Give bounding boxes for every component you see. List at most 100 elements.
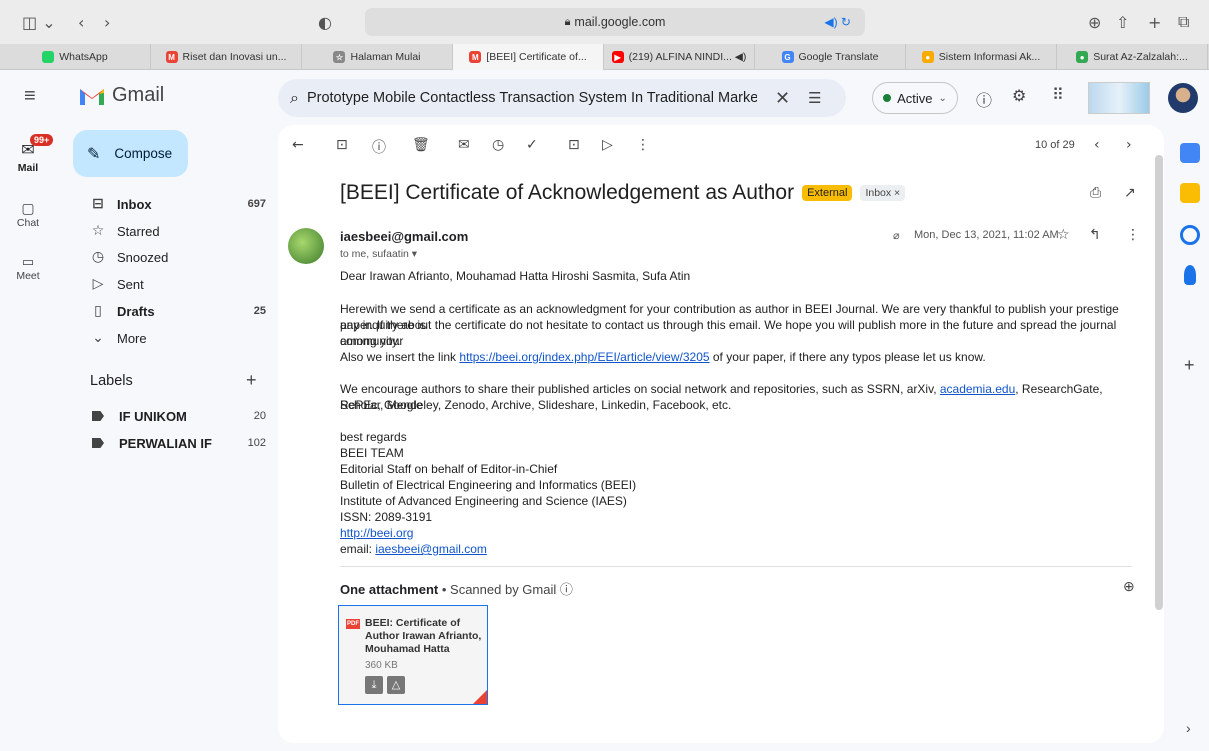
browser-tab[interactable]: ● Sistem Informasi Ak... — [906, 44, 1057, 70]
label-icon[interactable]: ▷ — [602, 137, 613, 153]
nav-item-starred[interactable]: ☆ Starred — [90, 220, 266, 242]
browser-tab[interactable]: ▶ (219) ALFINA NINDI... ◀︎) — [604, 44, 755, 70]
subject-title: [BEEI] Certificate of Acknowledgement as… — [340, 181, 795, 204]
more-actions-icon[interactable]: ⋮ — [636, 137, 650, 153]
tab-label: Riset dan Inovasi un... — [182, 51, 287, 63]
sig-line-5: Institute of Advanced Engineering and Sc… — [340, 494, 627, 508]
nav-item-inbox[interactable]: ⊟ Inbox 697 — [90, 193, 266, 215]
greeting: Dear Irawan Afrianto, Mouhamad Hatta Hir… — [340, 269, 691, 283]
calendar-icon[interactable] — [1180, 143, 1200, 163]
back-to-inbox-icon[interactable]: ← — [292, 137, 304, 153]
status-toggle[interactable]: Active ⌄ — [872, 82, 958, 114]
search-input[interactable]: Prototype Mobile Contactless Transaction… — [307, 90, 757, 106]
snooze-icon[interactable]: ◷ — [492, 137, 504, 153]
address-bar[interactable]: 🔒︎ mail.google.com ◀︎) ↻ — [365, 8, 865, 36]
browser-tab[interactable]: ● Surat Az-Zalzalah:... — [1057, 44, 1208, 70]
tab-favicon-icon: ● — [1076, 51, 1089, 63]
tab-label: Sistem Informasi Ak... — [938, 51, 1041, 63]
sender-avatar[interactable] — [288, 228, 324, 264]
tab-label: WhatsApp — [59, 51, 108, 63]
label-item[interactable]: IF UNIKOM 20 — [90, 405, 266, 427]
para2: Also we insert the link https://beei.org… — [340, 349, 1140, 365]
share-icon[interactable]: ⇧ — [1116, 12, 1129, 32]
message-view: ← ⊡ ⓘ 🗑︎ ✉ ◷ ✓ ⊡ ▷ ⋮ 10 of 29 ‹ › [BEEI]… — [278, 125, 1164, 743]
nav-item-drafts[interactable]: ▯ Drafts 25 — [90, 300, 266, 322]
sig-line-1: best regards — [340, 430, 407, 444]
print-icon[interactable]: ⎙ — [1090, 185, 1101, 201]
open-new-window-icon[interactable]: ↗ — [1124, 185, 1136, 201]
para3-pre: We encourage authors to share their publ… — [340, 382, 940, 396]
apps-grid-icon[interactable]: ⠿ — [1052, 85, 1064, 104]
account-banner[interactable] — [1088, 82, 1150, 114]
audio-refresh-icon[interactable]: ◀︎) ↻ — [824, 15, 851, 29]
rail-mail[interactable]: ✉ 99+ Mail — [8, 134, 54, 174]
tab-overview-icon[interactable]: ⧉ — [1178, 12, 1189, 32]
label-count: 20 — [253, 410, 266, 422]
new-tab-icon[interactable]: + — [1148, 12, 1161, 32]
pager-count: 10 of 29 — [1035, 139, 1075, 151]
nav-item-label: More — [117, 330, 147, 346]
shield-icon[interactable]: ◐ — [318, 12, 332, 32]
nav-item-snoozed[interactable]: ◷ Snoozed — [90, 246, 266, 268]
nav-item-more[interactable]: ⌄ More — [90, 327, 266, 349]
search-icon[interactable]: ⌕ — [290, 88, 299, 108]
message-more-icon[interactable]: ⋮ — [1126, 227, 1140, 243]
para3-line2: Scholar, Mendeley, Zenodo, Archive, Slid… — [340, 398, 732, 412]
rail-mail-label: Mail — [17, 162, 39, 174]
search-options-icon[interactable]: ☰ — [808, 89, 821, 107]
compose-button[interactable]: ✎ Compose — [73, 130, 188, 177]
keep-icon[interactable] — [1180, 183, 1200, 203]
back-icon[interactable]: ‹ — [78, 12, 84, 32]
sig-email-link[interactable]: iaesbeei@gmail.com — [375, 542, 487, 556]
star-icon[interactable]: ☆ — [1057, 227, 1070, 243]
scrollbar[interactable] — [1155, 155, 1163, 610]
clear-search-icon[interactable]: ✕ — [775, 88, 790, 109]
save-to-drive-icon[interactable]: △ — [387, 676, 405, 694]
inbox-label-chip[interactable]: Inbox × — [860, 185, 906, 201]
newer-icon[interactable]: ‹ — [1094, 137, 1100, 153]
download-icon[interactable]: ⊕ — [1088, 12, 1101, 32]
beei-site-link[interactable]: http://beei.org — [340, 526, 413, 540]
get-addons-icon[interactable]: + — [1184, 355, 1195, 376]
rail-meet[interactable]: ▭ Meet — [8, 254, 48, 282]
add-label-icon[interactable]: + — [246, 370, 257, 391]
settings-icon[interactable]: ⚙ — [1012, 86, 1026, 105]
search-bar[interactable]: ⌕ Prototype Mobile Contactless Transacti… — [278, 79, 846, 117]
browser-tab[interactable]: G Google Translate — [755, 44, 906, 70]
attachment-clip-icon: ⌀ — [893, 230, 900, 242]
help-icon[interactable]: ⓘ — [976, 87, 992, 111]
label-item[interactable]: PERWALIAN IF 102 — [90, 432, 266, 454]
tasks-icon[interactable] — [1180, 225, 1200, 245]
archive-icon[interactable]: ⊡ — [336, 137, 348, 153]
show-side-panel-icon[interactable]: › — [1186, 720, 1191, 736]
download-attachment-icon[interactable]: ⤓ — [365, 676, 383, 694]
delete-icon[interactable]: 🗑︎ — [412, 137, 430, 153]
add-task-icon[interactable]: ✓ — [526, 137, 538, 153]
browser-tab[interactable]: M [BEEI] Certificate of... — [453, 44, 604, 70]
browser-tab[interactable]: ☆ Halaman Mulai — [302, 44, 453, 70]
starred-icon: ☆ — [91, 223, 105, 239]
gmail-logo[interactable]: Gmail — [78, 84, 164, 107]
add-to-drive-icon[interactable]: ⊕ — [1123, 578, 1135, 595]
report-spam-icon[interactable]: ⓘ — [372, 137, 386, 157]
older-icon[interactable]: › — [1126, 137, 1132, 153]
sidebar-toggle-icon[interactable]: ◫ ⌄ — [22, 12, 56, 32]
main-menu-icon[interactable]: ≡ — [24, 85, 36, 108]
move-to-icon[interactable]: ⊡ — [568, 137, 580, 153]
avatar[interactable] — [1168, 83, 1198, 113]
attachment-card[interactable]: PDF BEEI: Certificate of Author Irawan A… — [338, 605, 488, 705]
recipients-toggle[interactable]: to me, sufaatin ▾ — [340, 248, 417, 260]
rail-chat[interactable]: ▢ Chat — [8, 200, 48, 229]
article-link[interactable]: https://beei.org/index.php/EEI/article/v… — [459, 350, 709, 364]
sender-email[interactable]: iaesbeei@gmail.com — [340, 229, 468, 244]
mark-unread-icon[interactable]: ✉ — [458, 137, 470, 153]
nav-item-label: Inbox — [117, 196, 152, 212]
forward-icon[interactable]: › — [104, 12, 110, 32]
reply-icon[interactable]: ↰ — [1089, 227, 1101, 243]
nav-item-sent[interactable]: ▷ Sent — [90, 273, 266, 295]
attachments-count: One attachment — [340, 582, 439, 597]
browser-tab[interactable]: WhatsApp — [0, 44, 151, 70]
academia-link[interactable]: academia.edu — [940, 382, 1015, 396]
browser-tab[interactable]: M Riset dan Inovasi un... — [151, 44, 302, 70]
contacts-icon[interactable] — [1184, 265, 1196, 285]
